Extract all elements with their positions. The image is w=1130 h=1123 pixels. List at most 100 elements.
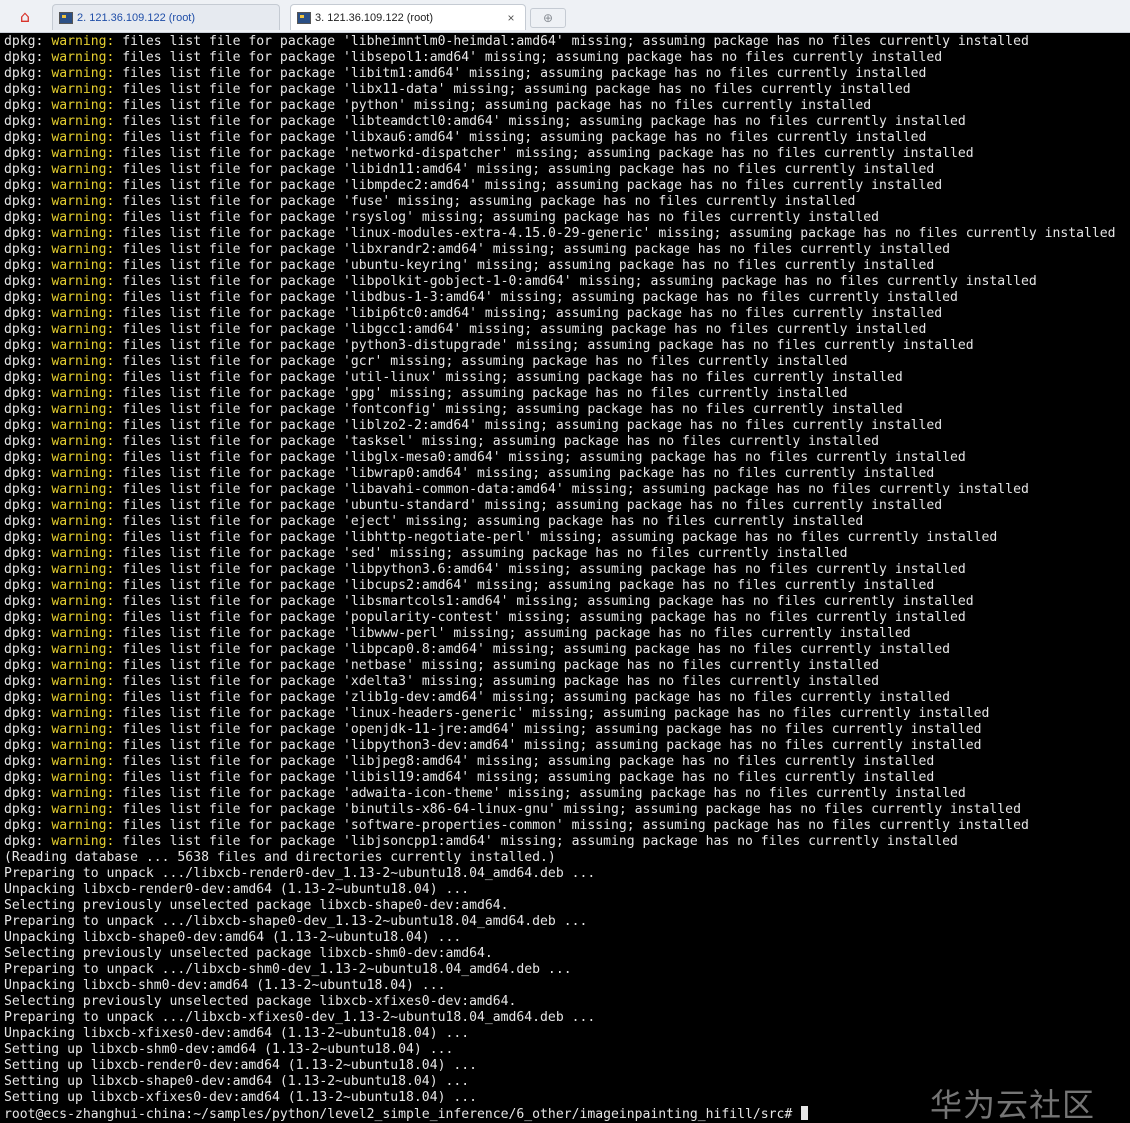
warning-label: warning: — [51, 578, 115, 593]
warning-message: files list file for package 'libmpdec2:a… — [114, 178, 943, 193]
close-icon[interactable]: × — [505, 11, 517, 25]
warning-message: files list file for package 'linux-heade… — [114, 706, 990, 721]
warning-label: warning: — [51, 786, 115, 801]
terminal-output[interactable]: dpkg: warning: files list file for packa… — [0, 33, 1130, 1123]
terminal-line-warning: dpkg: warning: files list file for packa… — [4, 450, 1116, 466]
terminal-line-warning: dpkg: warning: files list file for packa… — [4, 194, 1116, 210]
terminal-line: Preparing to unpack .../libxcb-xfixes0-d… — [4, 1010, 596, 1025]
tab-label: 2. 121.36.109.122 (root) — [77, 11, 196, 24]
warning-label: warning: — [51, 194, 115, 209]
cursor — [801, 1106, 809, 1120]
warning-message: files list file for package 'libteamdctl… — [114, 114, 966, 129]
dpkg-prefix: dpkg: — [4, 578, 52, 593]
warning-label: warning: — [51, 530, 115, 545]
warning-message: files list file for package 'libwww-perl… — [114, 626, 911, 641]
terminal-line-warning: dpkg: warning: files list file for packa… — [4, 178, 1116, 194]
warning-message: files list file for package 'netbase' mi… — [114, 658, 880, 673]
terminal-line: Unpacking libxcb-shm0-dev:amd64 (1.13-2~… — [4, 978, 446, 993]
warning-label: warning: — [51, 242, 115, 257]
warning-message: files list file for package 'fontconfig'… — [114, 402, 903, 417]
warning-message: files list file for package 'openjdk-11-… — [114, 722, 982, 737]
dpkg-prefix: dpkg: — [4, 194, 52, 209]
terminal-line-warning: dpkg: warning: files list file for packa… — [4, 514, 1116, 530]
terminal-line-warning: dpkg: warning: files list file for packa… — [4, 578, 1116, 594]
prompt-text: root@ecs-zhanghui-china:~/samples/python… — [4, 1107, 801, 1122]
terminal-line-warning: dpkg: warning: files list file for packa… — [4, 770, 1116, 786]
dpkg-prefix: dpkg: — [4, 466, 52, 481]
warning-message: files list file for package 'libisl19:am… — [114, 770, 935, 785]
warning-message: files list file for package 'libip6tc0:a… — [114, 306, 943, 321]
warning-message: files list file for package 'python3-dis… — [114, 338, 974, 353]
terminal-line: (Reading database ... 5638 files and dir… — [4, 850, 556, 865]
warning-message: files list file for package 'libavahi-co… — [114, 482, 1029, 497]
warning-label: warning: — [51, 562, 115, 577]
warning-label: warning: — [51, 514, 115, 529]
dpkg-prefix: dpkg: — [4, 290, 52, 305]
tab-bar: ⌂ 2. 121.36.109.122 (root) 3. 121.36.109… — [0, 0, 1130, 33]
dpkg-prefix: dpkg: — [4, 546, 52, 561]
terminal-line-warning: dpkg: warning: files list file for packa… — [4, 386, 1116, 402]
terminal-line-warning: dpkg: warning: files list file for packa… — [4, 802, 1116, 818]
terminal-line-warning: dpkg: warning: files list file for packa… — [4, 722, 1116, 738]
new-tab-button[interactable]: ⊕ — [530, 8, 566, 28]
terminal-session-icon — [59, 11, 73, 24]
terminal-line-warning: dpkg: warning: files list file for packa… — [4, 530, 1116, 546]
dpkg-prefix: dpkg: — [4, 66, 52, 81]
tab-session-2[interactable]: 2. 121.36.109.122 (root) — [52, 4, 280, 30]
warning-message: files list file for package 'libwrap0:am… — [114, 466, 935, 481]
warning-label: warning: — [51, 370, 115, 385]
terminal-line: Selecting previously unselected package … — [4, 994, 517, 1009]
warning-message: files list file for package 'rsyslog' mi… — [114, 210, 880, 225]
tab-session-3[interactable]: 3. 121.36.109.122 (root) × — [290, 4, 526, 30]
dpkg-prefix: dpkg: — [4, 786, 52, 801]
warning-label: warning: — [51, 402, 115, 417]
terminal-line-warning: dpkg: warning: files list file for packa… — [4, 418, 1116, 434]
warning-label: warning: — [51, 146, 115, 161]
dpkg-prefix: dpkg: — [4, 482, 52, 497]
warning-message: files list file for package 'zlib1g-dev:… — [114, 690, 950, 705]
warning-label: warning: — [51, 610, 115, 625]
dpkg-prefix: dpkg: — [4, 210, 52, 225]
terminal-line: Preparing to unpack .../libxcb-render0-d… — [4, 866, 596, 881]
warning-message: files list file for package 'libglx-mesa… — [114, 450, 966, 465]
warning-message: files list file for package 'ubuntu-stan… — [114, 498, 943, 513]
home-icon[interactable]: ⌂ — [8, 5, 42, 27]
warning-message: files list file for package 'fuse' missi… — [114, 194, 856, 209]
warning-message: files list file for package 'libgcc1:amd… — [114, 322, 927, 337]
warning-message: files list file for package 'eject' miss… — [114, 514, 864, 529]
terminal-line: Unpacking libxcb-xfixes0-dev:amd64 (1.13… — [4, 1026, 470, 1041]
terminal-line-warning: dpkg: warning: files list file for packa… — [4, 818, 1116, 834]
dpkg-prefix: dpkg: — [4, 818, 52, 833]
dpkg-prefix: dpkg: — [4, 370, 52, 385]
dpkg-prefix: dpkg: — [4, 642, 52, 657]
dpkg-prefix: dpkg: — [4, 594, 52, 609]
warning-message: files list file for package 'liblzo2-2:a… — [114, 418, 943, 433]
terminal-line-warning: dpkg: warning: files list file for packa… — [4, 626, 1116, 642]
warning-message: files list file for package 'tasksel' mi… — [114, 434, 880, 449]
terminal-line-warning: dpkg: warning: files list file for packa… — [4, 274, 1116, 290]
dpkg-prefix: dpkg: — [4, 162, 52, 177]
terminal-line-warning: dpkg: warning: files list file for packa… — [4, 114, 1116, 130]
terminal-line-warning: dpkg: warning: files list file for packa… — [4, 210, 1116, 226]
warning-message: files list file for package 'software-pr… — [114, 818, 1029, 833]
terminal-line-warning: dpkg: warning: files list file for packa… — [4, 242, 1116, 258]
terminal-line-warning: dpkg: warning: files list file for packa… — [4, 82, 1116, 98]
dpkg-prefix: dpkg: — [4, 322, 52, 337]
dpkg-prefix: dpkg: — [4, 306, 52, 321]
warning-label: warning: — [51, 626, 115, 641]
warning-label: warning: — [51, 290, 115, 305]
dpkg-prefix: dpkg: — [4, 498, 52, 513]
terminal-line-warning: dpkg: warning: files list file for packa… — [4, 594, 1116, 610]
terminal-line-warning: dpkg: warning: files list file for packa… — [4, 290, 1116, 306]
dpkg-prefix: dpkg: — [4, 722, 52, 737]
warning-message: files list file for package 'libdbus-1-3… — [114, 290, 958, 305]
warning-label: warning: — [51, 114, 115, 129]
warning-message: files list file for package 'libitm1:amd… — [114, 66, 927, 81]
warning-message: files list file for package 'libx11-data… — [114, 82, 911, 97]
warning-label: warning: — [51, 674, 115, 689]
terminal-line: Selecting previously unselected package … — [4, 898, 509, 913]
dpkg-prefix: dpkg: — [4, 706, 52, 721]
dpkg-prefix: dpkg: — [4, 626, 52, 641]
terminal-line-warning: dpkg: warning: files list file for packa… — [4, 50, 1116, 66]
warning-label: warning: — [51, 690, 115, 705]
